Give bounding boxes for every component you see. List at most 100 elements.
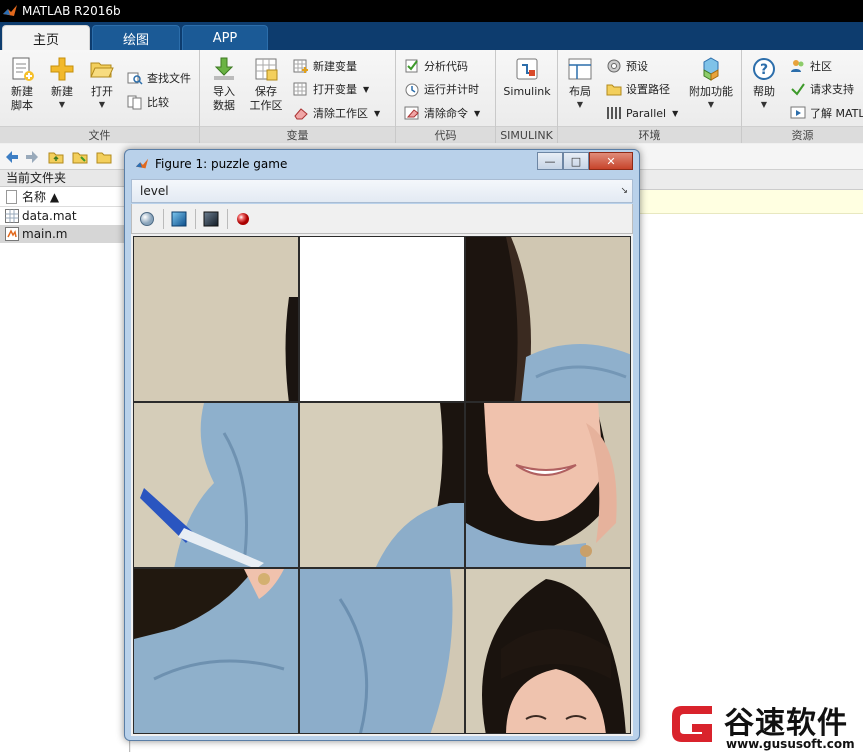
close-button[interactable]: ✕	[589, 152, 633, 170]
watermark-url: www.gususoft.com	[726, 737, 855, 751]
run-and-time-button[interactable]: 运行并计时	[404, 79, 479, 99]
chevron-down-icon: ▼	[98, 100, 106, 109]
document-icon	[6, 190, 17, 204]
puzzle-tile-5[interactable]	[465, 402, 631, 568]
folder-path-icon	[606, 84, 622, 96]
red-sphere-icon	[237, 212, 249, 225]
request-support-button[interactable]: 请求支持	[790, 79, 854, 99]
community-icon	[791, 60, 804, 72]
app-titlebar: MATLAB R2016b	[0, 0, 863, 22]
puzzle-tile-6[interactable]	[133, 568, 299, 734]
figure-titlebar[interactable]: Figure 1: puzzle game — □ ✕	[125, 150, 639, 178]
file-item-main-m[interactable]: main.m	[0, 225, 129, 243]
menubar-grip-icon[interactable]: ↘	[620, 186, 628, 196]
save-workspace-button[interactable]: 保存 工作区	[246, 56, 286, 113]
find-files-icon	[127, 72, 143, 85]
editor-header	[640, 170, 863, 190]
compare-button[interactable]: 比较	[127, 92, 169, 112]
new-script-button[interactable]: 新建 脚本	[6, 56, 38, 113]
matlab-figure-icon	[135, 158, 149, 169]
back-arrow-icon[interactable]	[4, 149, 20, 165]
ribbon-group-resources: ? 帮助 ▼ 社区 请求支持 了解 MATL 资源	[742, 50, 863, 143]
import-data-icon	[214, 57, 234, 80]
eraser-icon	[294, 108, 308, 120]
puzzle-tile-3[interactable]	[133, 402, 299, 568]
watermark-brand: 谷速软件	[724, 706, 848, 741]
figure-title: Figure 1: puzzle game	[155, 157, 288, 171]
ribbon-tabbar: 主页 绘图 APP	[0, 22, 863, 50]
toolbar-button-4[interactable]	[232, 208, 254, 230]
group-label-code: 代码	[396, 126, 495, 143]
add-ons-icon	[703, 57, 719, 81]
toolbar-button-3[interactable]	[200, 208, 222, 230]
current-folder-title: 当前文件夹	[0, 170, 129, 187]
ribbon-group-variable: 导入 数据 保存 工作区 新建变量 打开变量 ▼ 清除工作区 ▼ 变量	[200, 50, 396, 143]
preferences-button[interactable]: 预设	[606, 56, 648, 76]
forward-arrow-icon[interactable]	[24, 149, 40, 165]
parallel-button[interactable]: Parallel ▼	[606, 103, 678, 123]
toolbar-button-2[interactable]	[168, 208, 190, 230]
menu-level[interactable]: level	[140, 184, 169, 198]
puzzle-tile-2[interactable]	[465, 236, 631, 402]
puzzle-tile-8[interactable]	[465, 568, 631, 734]
ribbon-group-code: 分析代码 运行并计时 清除命令 ▼ 代码	[396, 50, 496, 143]
open-variable-icon	[293, 82, 307, 96]
set-path-button[interactable]: 设置路径	[606, 79, 670, 99]
folder-icon[interactable]	[96, 149, 112, 165]
editor-notice-strip	[630, 190, 863, 214]
clear-workspace-button[interactable]: 清除工作区 ▼	[293, 103, 380, 123]
add-ons-button[interactable]: 附加功能 ▼	[686, 56, 736, 112]
parallel-icon	[607, 107, 621, 119]
dark-square-icon	[203, 211, 219, 226]
blue-square-icon	[171, 211, 187, 226]
figure-window: Figure 1: puzzle game — □ ✕ level ↘	[124, 149, 640, 741]
browse-folder-icon[interactable]	[72, 149, 88, 165]
group-label-variable: 变量	[200, 126, 395, 143]
group-label-simulink: SIMULINK	[496, 126, 557, 143]
new-variable-icon	[293, 59, 308, 73]
learn-matlab-button[interactable]: 了解 MATL	[790, 103, 863, 123]
simulink-button[interactable]: Simulink	[502, 56, 552, 99]
puzzle-tile-4[interactable]	[299, 402, 465, 568]
open-variable-button[interactable]: 打开变量 ▼	[293, 79, 369, 99]
layout-button[interactable]: 布局 ▼	[564, 56, 596, 112]
toolbar-button-1[interactable]	[136, 208, 158, 230]
new-button[interactable]: 新建 ▼	[46, 56, 78, 112]
puzzle-tile-empty[interactable]	[299, 236, 465, 402]
community-button[interactable]: 社区	[790, 56, 832, 76]
new-variable-button[interactable]: 新建变量	[293, 56, 357, 76]
ribbon-group-environment: 布局 ▼ 预设 设置路径 Parallel ▼ 附加功能 ▼ 环境	[558, 50, 742, 143]
help-button[interactable]: ? 帮助 ▼	[748, 56, 780, 112]
tab-apps[interactable]: APP	[182, 25, 268, 50]
tab-plots[interactable]: 绘图	[92, 25, 180, 50]
tile-image	[300, 569, 464, 733]
name-column-header[interactable]: 名称 ▲	[0, 187, 129, 207]
file-item-data-mat[interactable]: data.mat	[0, 207, 129, 225]
puzzle-tile-0[interactable]	[133, 236, 299, 402]
tab-home[interactable]: 主页	[2, 25, 90, 50]
up-folder-icon[interactable]	[48, 149, 64, 165]
maximize-button[interactable]: □	[563, 152, 589, 170]
tile-image	[134, 237, 298, 401]
puzzle-tile-7[interactable]	[299, 568, 465, 734]
toolbar-separator	[227, 208, 228, 229]
chevron-down-icon: ▼	[672, 108, 679, 118]
app-title: MATLAB R2016b	[22, 4, 121, 18]
clear-commands-button[interactable]: 清除命令 ▼	[404, 103, 480, 123]
analyze-code-button[interactable]: 分析代码	[404, 56, 468, 76]
save-workspace-icon	[255, 58, 278, 81]
group-label-resources: 资源	[742, 126, 863, 143]
import-data-button[interactable]: 导入 数据	[208, 56, 240, 113]
watermark-logo-icon	[672, 706, 712, 742]
find-files-button[interactable]: 查找文件	[127, 68, 191, 88]
chevron-down-icon: ▼	[374, 108, 381, 118]
help-icon: ?	[753, 58, 775, 80]
tile-image	[466, 403, 630, 567]
tile-image	[134, 403, 298, 567]
sphere-light-icon	[140, 211, 154, 226]
ribbon: 新建 脚本 新建 ▼ 打开 ▼ 查找文件 比较 文件 导入 数据 保存 工作区 …	[0, 50, 863, 143]
ribbon-group-file: 新建 脚本 新建 ▼ 打开 ▼ 查找文件 比较 文件	[0, 50, 200, 143]
minimize-button[interactable]: —	[537, 152, 563, 170]
chevron-down-icon: ▼	[576, 100, 584, 109]
open-button[interactable]: 打开 ▼	[86, 56, 118, 112]
